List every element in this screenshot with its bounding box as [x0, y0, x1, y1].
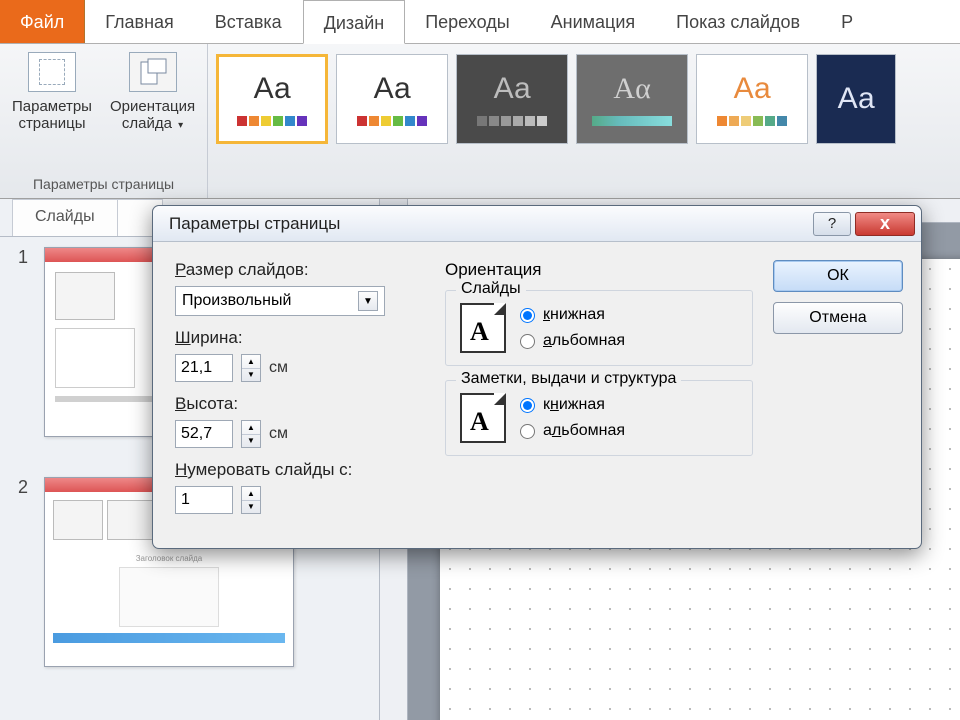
height-spinner[interactable]: ▲▼ [241, 420, 261, 448]
theme-thumb-3[interactable]: Аа [456, 54, 568, 144]
slide-number: 2 [18, 477, 32, 667]
ribbon: Параметры страницы Ориентация слайда ▾ П… [0, 44, 960, 199]
theme-sample-text: Аа [838, 82, 875, 116]
slide-size-value: Произвольный [182, 292, 291, 310]
slides-legend: Слайды [456, 280, 526, 298]
width-label: Ширина: [175, 328, 425, 348]
slide-number: 1 [18, 247, 32, 437]
chevron-down-icon: ▾ [178, 120, 183, 131]
orientation-title: Ориентация [445, 260, 753, 280]
number-from-spinner[interactable]: ▲▼ [241, 486, 261, 514]
width-unit: см [269, 359, 288, 377]
thumb-caption: Заголовок слайда [53, 554, 285, 563]
theme-colors [592, 116, 672, 126]
slides-tab[interactable]: Слайды [12, 199, 118, 236]
chevron-down-icon: ▼ [358, 291, 378, 311]
theme-sample-text: Аа [374, 72, 411, 106]
ok-button[interactable]: ОК [773, 260, 903, 292]
number-from-input[interactable] [175, 486, 233, 514]
slide-size-label: Размер слайдов: [175, 260, 425, 280]
height-input[interactable] [175, 420, 233, 448]
orientation-label: Ориентация слайда ▾ [110, 98, 195, 133]
slides-portrait-radio[interactable]: книжная [520, 306, 625, 324]
orientation-button[interactable]: Ориентация слайда ▾ [110, 52, 195, 133]
themes-gallery: Аа Аа Аа Аα Аа Аа [208, 44, 904, 198]
portrait-page-icon: A [460, 393, 506, 443]
dialog-body: Размер слайдов: Произвольный ▼ Ширина: ▲… [153, 242, 921, 548]
height-label: Высота: [175, 394, 425, 414]
portrait-page-icon: A [460, 303, 506, 353]
notes-landscape-radio[interactable]: альбомная [520, 422, 625, 440]
tab-home[interactable]: Главная [85, 0, 195, 43]
theme-colors [357, 116, 427, 126]
theme-colors [477, 116, 547, 126]
ribbon-group-page-setup: Параметры страницы Ориентация слайда ▾ П… [0, 44, 208, 198]
slides-landscape-radio[interactable]: альбомная [520, 332, 625, 350]
theme-thumb-6[interactable]: Аа [816, 54, 896, 144]
width-input[interactable] [175, 354, 233, 382]
theme-thumb-1[interactable]: Аа [216, 54, 328, 144]
theme-sample-text: Аа [734, 72, 771, 106]
close-button[interactable]: x [855, 212, 915, 236]
tab-animations[interactable]: Анимация [531, 0, 657, 43]
slide-size-select[interactable]: Произвольный ▼ [175, 286, 385, 316]
theme-thumb-4[interactable]: Аα [576, 54, 688, 144]
theme-thumb-2[interactable]: Аа [336, 54, 448, 144]
page-setup-icon [28, 52, 76, 92]
notes-portrait-radio[interactable]: книжная [520, 396, 625, 414]
number-from-label: Нумеровать слайды с: [175, 460, 425, 480]
page-setup-button[interactable]: Параметры страницы [12, 52, 92, 133]
tab-slideshow[interactable]: Показ слайдов [656, 0, 821, 43]
tab-truncated[interactable]: Р [821, 0, 860, 43]
height-unit: см [269, 425, 288, 443]
page-setup-dialog: Параметры страницы ? x Размер слайдов: П… [152, 205, 922, 549]
theme-colors [717, 116, 787, 126]
theme-sample-text: Аа [254, 72, 291, 106]
ribbon-group-label: Параметры страницы [33, 176, 174, 196]
theme-thumb-5[interactable]: Аа [696, 54, 808, 144]
tab-insert[interactable]: Вставка [195, 0, 303, 43]
theme-sample-text: Аα [613, 72, 650, 106]
notes-orientation-group: Заметки, выдачи и структура A книжная ал… [445, 380, 753, 456]
tab-design[interactable]: Дизайн [303, 0, 406, 44]
width-spinner[interactable]: ▲▼ [241, 354, 261, 382]
notes-legend: Заметки, выдачи и структура [456, 370, 681, 388]
tab-transitions[interactable]: Переходы [405, 0, 530, 43]
help-button[interactable]: ? [813, 212, 851, 236]
dialog-title-text: Параметры страницы [169, 214, 340, 234]
dialog-titlebar[interactable]: Параметры страницы ? x [153, 206, 921, 242]
theme-colors [237, 116, 307, 126]
theme-sample-text: Аа [494, 72, 531, 106]
cancel-button[interactable]: Отмена [773, 302, 903, 334]
page-setup-label: Параметры страницы [12, 98, 92, 133]
tab-file[interactable]: Файл [0, 0, 85, 43]
slides-orientation-group: Слайды A книжная альбомная [445, 290, 753, 366]
orientation-icon [129, 52, 177, 92]
ribbon-tabs: Файл Главная Вставка Дизайн Переходы Ани… [0, 0, 960, 44]
